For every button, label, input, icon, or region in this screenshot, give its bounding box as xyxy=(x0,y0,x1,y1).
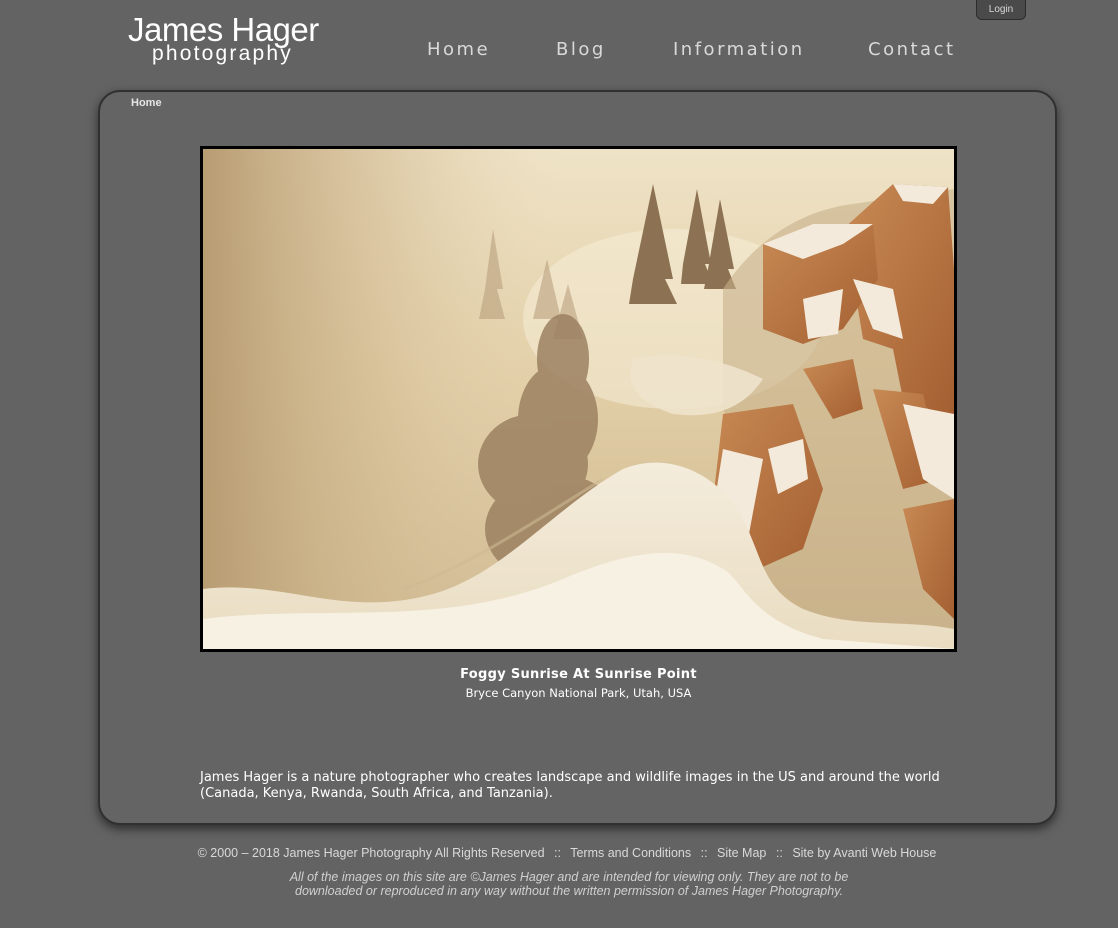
disclaimer-line-2: downloaded or reproduced in any way with… xyxy=(295,884,843,898)
footer-separator: :: xyxy=(775,846,783,860)
breadcrumb-home[interactable]: Home xyxy=(131,97,162,109)
terms-link[interactable]: Terms and Conditions xyxy=(570,846,691,860)
disclaimer-line-1: All of the images on this site are ©Jame… xyxy=(289,870,849,884)
copyright-disclaimer: All of the images on this site are ©Jame… xyxy=(0,870,1118,898)
login-button[interactable]: Login xyxy=(976,0,1026,20)
nav-contact[interactable]: Contact xyxy=(868,39,956,60)
site-logo[interactable]: James Hager photography xyxy=(128,12,319,70)
site-map-link[interactable]: Site Map xyxy=(717,846,766,860)
footer-separator: :: xyxy=(700,846,708,860)
photographer-bio: James Hager is a nature photographer who… xyxy=(200,770,940,801)
logo-tagline: photography xyxy=(152,42,293,65)
site-credit-link[interactable]: Site by Avanti Web House xyxy=(792,846,936,860)
nav-blog[interactable]: Blog xyxy=(556,39,606,60)
photo-title: Foggy Sunrise At Sunrise Point xyxy=(460,667,697,682)
featured-photo[interactable] xyxy=(200,146,957,652)
nav-information[interactable]: Information xyxy=(673,39,805,60)
photo-canvas xyxy=(203,149,954,649)
footer-separator: :: xyxy=(554,846,561,860)
photo-location: Bryce Canyon National Park, Utah, USA xyxy=(465,686,692,700)
copyright-text: © 2000 – 2018 James Hager Photography Al… xyxy=(197,846,545,860)
footer-links: © 2000 – 2018 James Hager Photography Al… xyxy=(0,846,1118,860)
nav-home[interactable]: Home xyxy=(427,39,490,60)
